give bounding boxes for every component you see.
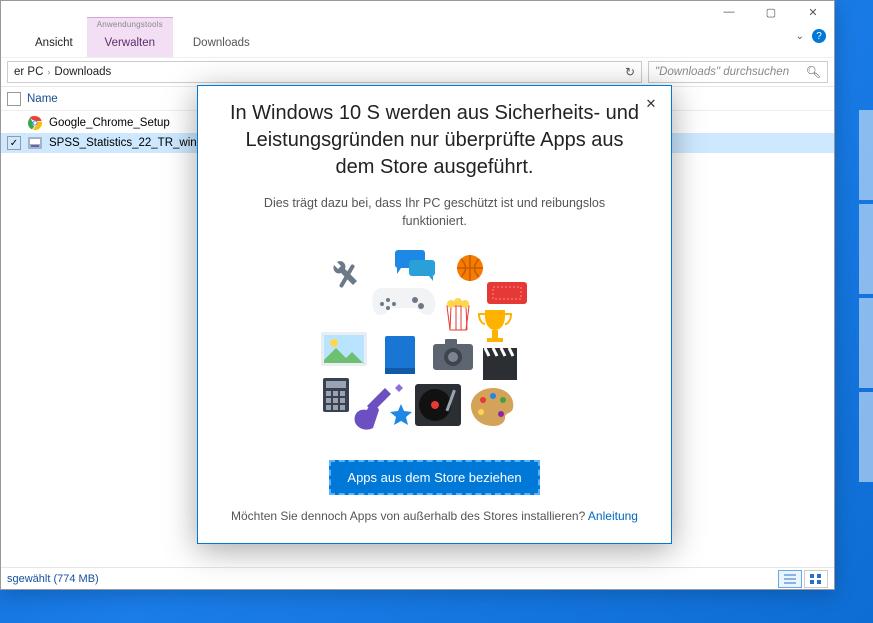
breadcrumb-part: er PC	[14, 66, 43, 78]
ribbon-tabs: Ansicht Anwendungstools Verwalten Downlo…	[1, 23, 834, 57]
tool-tab-header: Anwendungstools	[87, 18, 173, 29]
view-mode-buttons	[778, 570, 828, 588]
chevron-right-icon: ›	[47, 67, 50, 77]
dialog-footer-text: Möchten Sie dennoch Apps von außerhalb d…	[231, 509, 588, 523]
refresh-icon[interactable]: ↻	[625, 65, 635, 79]
close-button[interactable]: ✕	[792, 1, 834, 23]
contextual-tool-tab: Anwendungstools Verwalten	[87, 17, 173, 57]
search-placeholder: "Downloads" durchsuchen	[655, 66, 789, 78]
store-restriction-dialog: ✕ In Windows 10 S werden aus Sicherheits…	[197, 85, 672, 544]
tab-manage[interactable]: Verwalten	[91, 29, 170, 57]
ribbon-collapse-icon[interactable]: ⌄	[796, 31, 804, 42]
file-name: SPSS_Statistics_22_TR_win6	[49, 137, 203, 149]
select-all-checkbox[interactable]	[7, 92, 21, 106]
maximize-button[interactable]: ▢	[750, 1, 792, 23]
help-icon[interactable]: ?	[812, 29, 826, 43]
search-input[interactable]: "Downloads" durchsuchen 🔍︎	[648, 61, 828, 83]
dialog-title: In Windows 10 S werden aus Sicherheits- …	[225, 100, 645, 181]
tab-view[interactable]: Ansicht	[21, 29, 87, 57]
desktop-edge-decoration	[859, 110, 873, 482]
address-bar-row: er PC › Downloads ↻ "Downloads" durchsuc…	[1, 57, 834, 87]
search-icon[interactable]: 🔍︎	[806, 65, 821, 79]
installer-icon	[27, 135, 43, 151]
window-title: Downloads	[179, 29, 264, 57]
apps-illustration	[315, 248, 555, 438]
icons-view-button[interactable]	[804, 570, 828, 588]
breadcrumb-part: Downloads	[54, 66, 111, 78]
dialog-footer: Möchten Sie dennoch Apps von außerhalb d…	[231, 509, 638, 523]
chrome-icon	[27, 115, 43, 131]
dialog-close-button[interactable]: ✕	[641, 94, 661, 114]
dialog-subtitle: Dies trägt dazu bei, dass Ihr PC geschüt…	[245, 195, 625, 230]
column-name[interactable]: Name	[27, 93, 58, 105]
get-apps-from-store-button[interactable]: Apps aus dem Store beziehen	[329, 460, 539, 495]
row-checkbox[interactable]: ✓	[7, 136, 21, 150]
file-name: Google_Chrome_Setup	[49, 117, 170, 129]
status-bar: sgewählt (774 MB)	[1, 567, 834, 589]
instructions-link[interactable]: Anleitung	[588, 509, 638, 523]
window-controls: — ▢ ✕	[708, 1, 834, 23]
status-text: sgewählt (774 MB)	[7, 573, 99, 585]
breadcrumb[interactable]: er PC › Downloads ↻	[7, 61, 642, 83]
details-view-button[interactable]	[778, 570, 802, 588]
minimize-button[interactable]: —	[708, 1, 750, 23]
ribbon-right-controls: ⌄ ?	[796, 29, 826, 43]
